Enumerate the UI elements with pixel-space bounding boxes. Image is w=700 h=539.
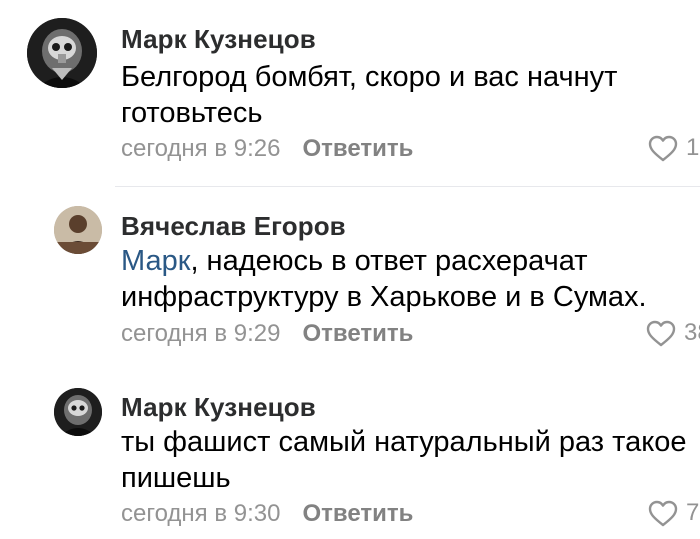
comment-text-line: Марк, надеюсь в ответ расхерачат <box>121 243 681 279</box>
comment-timestamp: сегодня в 9:30 <box>121 500 281 527</box>
avatar[interactable] <box>54 206 102 254</box>
like-button[interactable]: 7 <box>648 499 699 527</box>
comment-author[interactable]: Марк Кузнецов <box>121 392 316 423</box>
comment-author[interactable]: Вячеслав Егоров <box>121 211 346 242</box>
mention-link[interactable]: Марк <box>121 245 190 277</box>
like-count: 13 <box>686 134 700 161</box>
comment-meta: сегодня в 9:30 Ответить <box>121 500 413 528</box>
comment-text-line: инфраструктуру в Харькове и в Сумах. <box>121 281 647 313</box>
comment-text: Марк, надеюсь в ответ расхерачат инфраст… <box>121 243 681 315</box>
masked-figure-avatar-icon <box>27 18 97 88</box>
avatar[interactable] <box>27 18 97 88</box>
reply-button[interactable]: Ответить <box>302 135 413 162</box>
like-count: 38 <box>684 319 700 346</box>
comment-3: Марк Кузнецов ты фашист самый натуральны… <box>0 370 700 539</box>
heart-outline-icon <box>646 320 676 346</box>
person-avatar-icon <box>54 206 102 254</box>
comment-text-line: ты фашист самый натуральный раз такое <box>121 426 687 458</box>
comment-text: ты фашист самый натуральный раз такое пи… <box>121 424 687 496</box>
comment-text: Белгород бомбят, скоро и вас начнут гото… <box>121 59 681 131</box>
like-button[interactable]: 13 <box>648 134 700 162</box>
comment-1: Марк Кузнецов Белгород бомбят, скоро и в… <box>0 0 700 180</box>
like-button[interactable]: 38 <box>646 319 700 347</box>
comment-text-line: готовьтесь <box>121 97 263 129</box>
masked-figure-avatar-icon <box>54 388 102 436</box>
comment-2: Вячеслав Егоров Марк, надеюсь в ответ ра… <box>0 186 700 356</box>
comment-timestamp: сегодня в 9:29 <box>121 320 281 347</box>
comment-meta: сегодня в 9:29 Ответить <box>121 320 413 348</box>
avatar[interactable] <box>54 388 102 436</box>
reply-button[interactable]: Ответить <box>302 500 413 527</box>
heart-outline-icon <box>648 135 678 161</box>
heart-outline-icon <box>648 500 678 526</box>
reply-button[interactable]: Ответить <box>302 320 413 347</box>
comment-timestamp: сегодня в 9:26 <box>121 135 281 162</box>
comments-feed: Марк Кузнецов Белгород бомбят, скоро и в… <box>0 0 700 539</box>
like-count: 7 <box>686 499 700 526</box>
comment-text-line: Белгород бомбят, скоро и вас начнут <box>121 61 618 93</box>
comment-author[interactable]: Марк Кузнецов <box>121 24 316 55</box>
comment-meta: сегодня в 9:26 Ответить <box>121 135 413 163</box>
comment-text-fragment: , надеюсь в ответ расхерачат <box>190 245 588 277</box>
comment-text-line: пишешь <box>121 462 231 494</box>
